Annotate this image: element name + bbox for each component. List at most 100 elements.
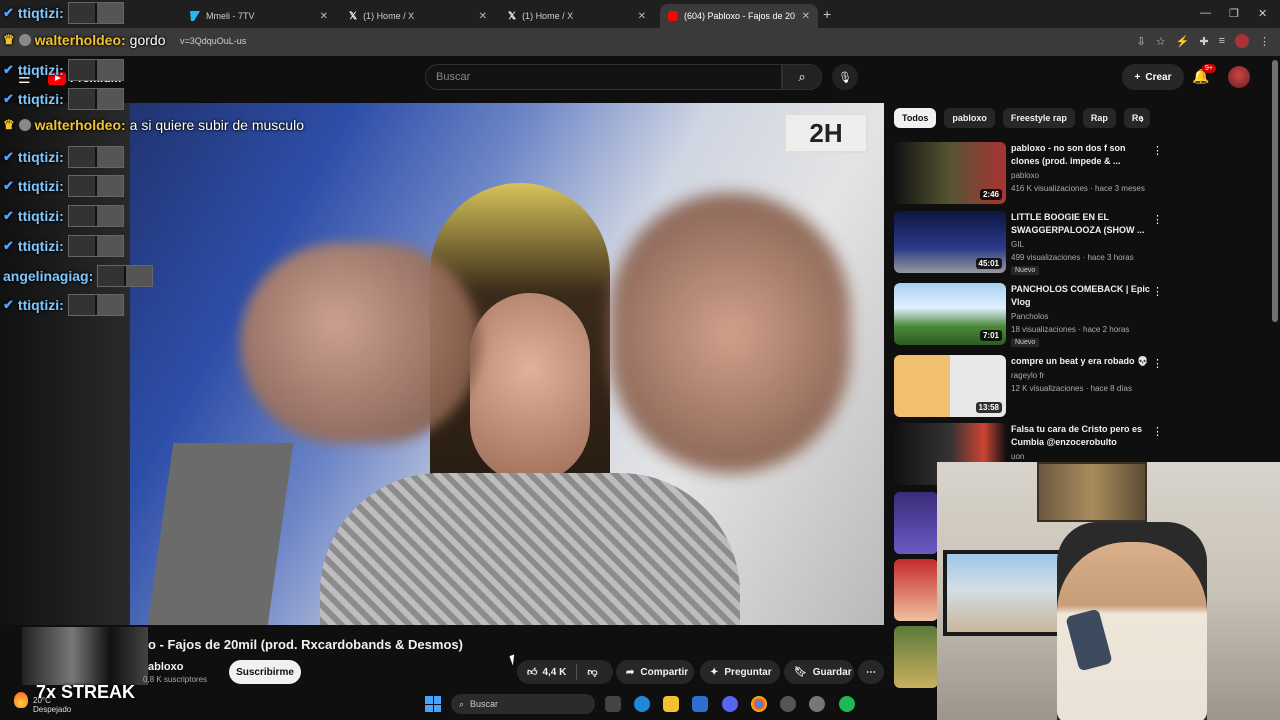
close-tab-icon[interactable]: ✕ [638,11,646,22]
recommendation-channel[interactable]: pabloxo [1011,171,1039,180]
chat-message: angelinagiag: [3,265,154,287]
chat-username[interactable]: ttiqtizi: [18,91,64,107]
video-thumbnail[interactable]: 13:58 [894,355,1006,417]
chat-emote [67,205,124,227]
verified-badge-icon: ✔ [3,297,14,312]
verified-badge-icon: ✔ [3,149,14,164]
kebab-menu-icon[interactable]: ⋮ [1152,425,1163,438]
user-badge-icon [18,119,31,131]
edge-icon[interactable] [634,696,650,712]
task-view-icon[interactable] [605,696,621,712]
profile-avatar[interactable] [1235,34,1249,48]
kebab-menu-icon[interactable]: ⋮ [1152,285,1163,298]
install-app-icon[interactable]: ⇩ [1137,35,1146,48]
recommendation-item[interactable]: 45:01 LITTLE BOOGIE EN EL SWAGGERPALOOZA… [894,211,1174,275]
browser-menu-icon[interactable]: ⋮ [1259,35,1270,48]
chat-username[interactable]: ttiqtizi: [18,208,64,224]
ask-button[interactable]: ✦ Preguntar [700,660,780,684]
video-thumbnail[interactable] [894,559,938,621]
like-button[interactable]: 👍︎ 4,4 K [527,666,567,679]
recommendation-title[interactable]: PANCHOLOS COMEBACK | Epic Vlog [1011,283,1151,309]
dislike-button[interactable]: 👎︎ [587,666,597,678]
discord-icon[interactable] [722,696,738,712]
chevron-right-icon[interactable]: › [1140,112,1144,126]
chat-username[interactable]: ttiqtizi: [18,62,64,78]
page-scrollbar[interactable] [1272,60,1278,322]
recommendation-item[interactable]: 7:01 PANCHOLOS COMEBACK | Epic Vlog Panc… [894,283,1174,347]
new-tab-icon[interactable]: + [823,6,831,22]
kebab-menu-icon[interactable]: ⋮ [1152,144,1163,157]
kebab-menu-icon[interactable]: ⋮ [1152,357,1163,370]
video-player[interactable]: 2H [0,103,884,625]
store-icon[interactable] [692,696,708,712]
account-avatar[interactable] [1228,66,1250,88]
chat-username[interactable]: ttiqtizi: [18,149,64,165]
close-tab-icon[interactable]: ✕ [320,11,328,22]
chat-username[interactable]: ttiqtizi: [18,297,64,313]
file-explorer-icon[interactable] [663,696,679,712]
media-controls-icon[interactable]: ≡ [1219,35,1225,47]
close-tab-icon[interactable]: ✕ [479,11,487,22]
recommendation-item[interactable]: 13:58 compre un beat y era robado 💀 rage… [894,355,1174,419]
close-window-icon[interactable]: ✕ [1258,7,1267,20]
voice-search-button[interactable]: 🎙 [832,64,858,90]
app-icon[interactable] [780,696,796,712]
close-tab-icon[interactable]: ✕ [802,11,810,22]
like-divider [576,664,578,680]
chip-freestyle-rap[interactable]: Freestyle rap [1002,108,1075,128]
address-bar: v=3QdquOuL-us ⇩ ☆ ⚡ ✚ ≡ ⋮ [0,28,1280,56]
recommendation-channel[interactable]: uon [1011,452,1024,461]
sparkle-icon: ✦ [710,666,719,678]
recommendation-title[interactable]: LITTLE BOOGIE EN EL SWAGGERPALOOZA (SHOW… [1011,211,1151,237]
chip-pabloxo[interactable]: pabloxo [944,108,995,128]
maximize-icon[interactable]: ❐ [1229,7,1239,20]
like-dislike-group: 👍︎ 4,4 K 👎︎ [517,660,613,684]
url-field[interactable]: v=3QdquOuL-us [180,36,246,46]
video-frame-hand-left [240,243,480,443]
recommendation-title[interactable]: Falsa tu cara de Cristo pero es Cumbia @… [1011,423,1151,449]
like-count: 4,4 K [542,666,567,678]
chat-username[interactable]: ttiqtizi: [18,5,64,21]
recommendation-channel[interactable]: Pancholos [1011,312,1048,321]
windows-start-icon[interactable] [425,696,441,712]
video-thumbnail[interactable]: 45:01 [894,211,1006,273]
kebab-menu-icon[interactable]: ⋮ [1152,213,1163,226]
tab-7tv[interactable]: Mmeli - 7TV ✕ [182,4,336,28]
chip-rap[interactable]: Rap [1082,108,1116,128]
video-thumbnail[interactable]: 2:46 [894,142,1006,204]
chip-re[interactable]: Re [1123,108,1150,128]
chat-username[interactable]: walterholdeo: [35,32,126,48]
video-thumbnail[interactable] [894,626,938,688]
channel-name[interactable]: abloxo [148,661,183,673]
chat-username[interactable]: walterholdeo: [35,117,126,133]
minimize-icon[interactable]: — [1200,7,1211,19]
share-button[interactable]: ➦ Compartir [616,660,694,684]
search-input[interactable]: Buscar [425,64,782,90]
tab-x-home-2[interactable]: 𝕏 (1) Home / X ✕ [500,4,654,28]
more-actions-button[interactable]: ⋯ [858,660,884,684]
chrome-icon[interactable] [751,696,767,712]
save-button[interactable]: 🔖︎ Guardar [784,660,854,684]
recommendation-channel[interactable]: rageylo fr [1011,371,1044,380]
chat-username[interactable]: ttiqtizi: [18,238,64,254]
search-button[interactable]: ⌕ [782,64,822,90]
settings-icon[interactable] [809,696,825,712]
recommendation-channel[interactable]: GIL [1011,240,1024,249]
video-thumbnail[interactable] [894,492,938,554]
chip-todos[interactable]: Todos [894,108,937,128]
video-thumbnail[interactable]: 7:01 [894,283,1006,345]
chat-username[interactable]: ttiqtizi: [18,178,64,194]
tab-youtube[interactable]: (604) Pabloxo - Fajos de 20 ✕ [660,4,818,28]
tab-x-home-1[interactable]: 𝕏 (1) Home / X ✕ [341,4,495,28]
bookmark-star-icon[interactable]: ☆ [1156,35,1166,48]
recommendation-item[interactable]: 2:46 pabloxo - no son dos f son clones (… [894,142,1174,206]
taskbar-search-input[interactable]: ⌕ Buscar [451,694,595,714]
chat-username[interactable]: angelinagiag: [3,268,93,284]
spotify-icon[interactable] [839,696,855,712]
recommendation-title[interactable]: compre un beat y era robado 💀 [1011,355,1151,368]
subscribe-button[interactable]: Suscribirme [229,660,301,684]
extension-icon[interactable]: ⚡ [1176,35,1190,48]
create-button[interactable]: + Crear [1122,64,1184,90]
extensions-puzzle-icon[interactable]: ✚ [1199,35,1208,48]
recommendation-title[interactable]: pabloxo - no son dos f son clones (prod.… [1011,142,1151,168]
